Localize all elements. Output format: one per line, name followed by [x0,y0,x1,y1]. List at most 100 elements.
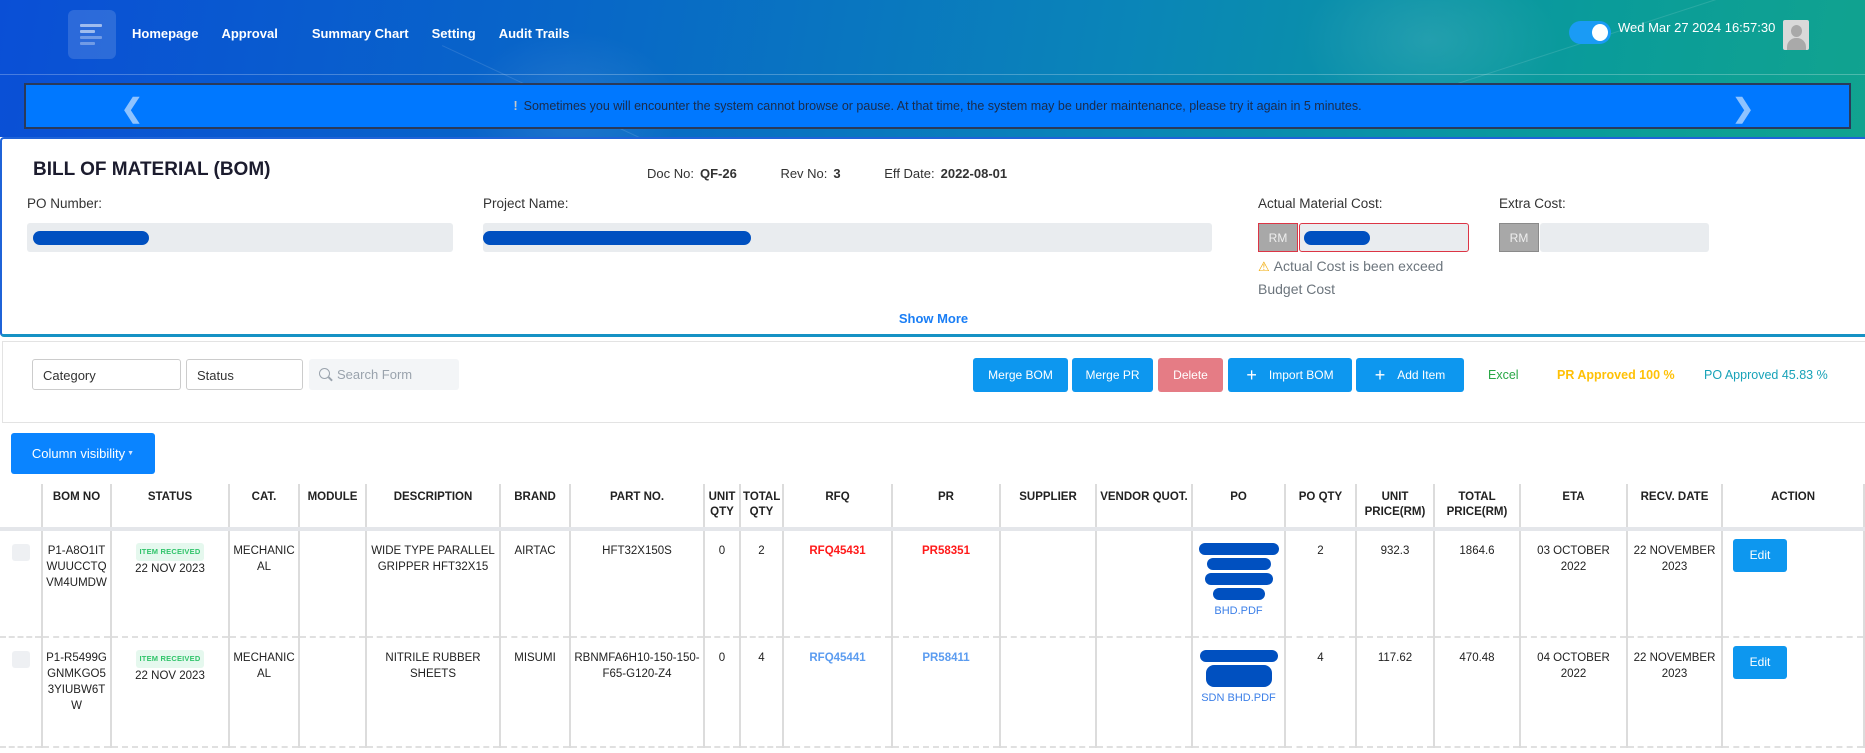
show-more-link[interactable]: Show More [2,311,1865,326]
bom-no-cell: P1-R5499GGNMKGO53YIUBW6TW [42,637,112,748]
import-bom-button[interactable]: + Import BOM [1228,358,1352,392]
col-po-qty[interactable]: PO QTY [1285,484,1357,531]
po-pdf-link[interactable]: SDN BHD.PDF [1196,690,1281,706]
table-row: P1-R5499GGNMKGO53YIUBW6TW ITEM RECEIVED 2… [0,637,1865,748]
unit-price-cell: 932.3 [1356,529,1435,638]
rev-no-value: 3 [833,166,841,181]
extra-cost-field[interactable] [1540,223,1709,252]
cat-cell: MECHANICAL [229,529,300,638]
rfq-cell: RFQ45431 [783,529,893,638]
redacted-value [1212,588,1265,600]
nav-homepage[interactable]: Homepage [132,26,198,41]
vendor-quot-cell [1096,637,1193,748]
extra-cost-label: Extra Cost: [1499,196,1566,211]
actual-material-cost-field[interactable] [1299,223,1469,252]
po-cell: BHD.PDF [1192,529,1286,638]
bom-table: BOM NO STATUS CAT. MODULE DESCRIPTION BR… [0,484,1865,748]
redacted-value [1199,650,1278,662]
rfq-link[interactable]: RFQ45431 [809,545,865,557]
col-description[interactable]: DESCRIPTION [366,484,501,531]
recv-date-cell: 22 NOVEMBER 2023 [1627,529,1723,638]
row-checkbox-cell [0,637,43,748]
bom-header-card: BILL OF MATERIAL (BOM) Doc No: QF-26 Rev … [0,137,1865,337]
pr-approved-stat: PR Approved 100 % [1557,368,1675,382]
pr-link[interactable]: PR58411 [922,652,969,664]
total-price-cell: 470.48 [1434,637,1521,748]
nav-summary-chart[interactable]: Summary Chart [312,26,409,41]
nav-setting[interactable]: Setting [432,26,476,41]
po-pdf-link[interactable]: BHD.PDF [1196,603,1281,619]
col-part-no[interactable]: PART NO. [570,484,705,531]
delete-button[interactable]: Delete [1158,358,1223,392]
col-bom-no[interactable]: BOM NO [42,484,112,531]
nav-approval[interactable]: Approval [221,26,277,41]
edit-button[interactable]: Edit [1733,539,1787,572]
add-item-button[interactable]: + Add Item [1356,358,1464,392]
top-navbar: Homepage Approval Summary Chart Setting … [0,0,1865,70]
col-rfq[interactable]: RFQ [783,484,893,531]
eff-date-value: 2022-08-01 [940,166,1008,181]
announcement-banner: ❮ ! Sometimes you will encounter the syst… [24,83,1851,129]
module-cell [299,637,367,748]
caret-down-icon: ▼ [127,450,135,457]
col-unit-qty[interactable]: UNIT QTY [704,484,741,531]
action-cell: Edit [1722,637,1865,748]
po-approved-stat: PO Approved 45.83 % [1704,368,1828,382]
warning-triangle-icon: ⚠ [1258,259,1270,274]
rfq-link[interactable]: RFQ45441 [809,652,865,664]
nav-links: Homepage Approval Summary Chart Setting … [132,26,592,41]
col-po[interactable]: PO [1192,484,1286,531]
col-status[interactable]: STATUS [111,484,230,531]
nav-audit-trails[interactable]: Audit Trails [499,26,570,41]
datetime-display: Wed Mar 27 2024 16:57:30 [1618,20,1776,35]
chevron-left-icon[interactable]: ❮ [121,93,143,124]
col-cat[interactable]: CAT. [229,484,300,531]
module-cell [299,529,367,638]
status-select[interactable]: Status [186,359,303,390]
col-total-qty[interactable]: TOTAL QTY [740,484,784,531]
total-qty-cell: 2 [740,529,784,638]
search-icon [319,368,330,379]
status-cell: ITEM RECEIVED 22 NOV 2023 [111,529,230,638]
search-input[interactable]: Search Form [309,359,459,390]
edit-button[interactable]: Edit [1733,646,1787,679]
col-eta[interactable]: ETA [1520,484,1628,531]
merge-pr-button[interactable]: Merge PR [1072,358,1153,392]
excel-link[interactable]: Excel [1488,368,1519,382]
chevron-right-icon[interactable]: ❯ [1732,93,1754,124]
row-checkbox[interactable] [11,544,30,561]
vendor-quot-cell [1096,529,1193,638]
row-checkbox[interactable] [11,651,30,668]
col-vendor-quot[interactable]: VENDOR QUOT. [1096,484,1193,531]
column-visibility-label: Column visibility [31,446,126,461]
po-number-field[interactable] [27,223,453,252]
hamburger-menu-icon[interactable] [68,10,116,59]
col-brand[interactable]: BRAND [500,484,571,531]
col-pr[interactable]: PR [892,484,1001,531]
merge-bom-button[interactable]: Merge BOM [973,358,1068,392]
project-name-field[interactable] [483,223,1212,252]
pr-link[interactable]: PR58351 [922,545,970,557]
user-avatar-icon[interactable] [1783,20,1809,50]
header-divider [0,74,1865,75]
document-meta: Doc No: QF-26 Rev No: 3 Eff Date: 2022-08-0… [647,166,1047,181]
col-supplier[interactable]: SUPPLIER [1000,484,1097,531]
column-visibility-button[interactable]: Column visibility ▼ [11,433,155,474]
currency-addon: RM [1499,223,1539,252]
banner-text: Sometimes you will encounter the system … [523,99,1362,113]
unit-price-cell: 117.62 [1356,637,1435,748]
rfq-cell: RFQ45441 [783,637,893,748]
brand-cell: MISUMI [500,637,571,748]
part-no-cell: HFT32X150S [570,529,705,638]
actual-material-cost-label: Actual Material Cost: [1258,196,1383,211]
col-module[interactable]: MODULE [299,484,367,531]
category-select[interactable]: Category [32,359,181,390]
search-placeholder: Search Form [337,367,413,382]
col-total-price[interactable]: TOTAL PRICE(RM) [1434,484,1521,531]
col-recv-date[interactable]: RECV. DATE [1627,484,1723,531]
col-unit-price[interactable]: UNIT PRICE(RM) [1356,484,1435,531]
currency-addon: RM [1258,223,1298,252]
table-header-row: BOM NO STATUS CAT. MODULE DESCRIPTION BR… [0,484,1865,531]
action-cell: Edit [1722,529,1865,638]
recv-date-cell: 22 NOVEMBER 2023 [1627,637,1723,748]
